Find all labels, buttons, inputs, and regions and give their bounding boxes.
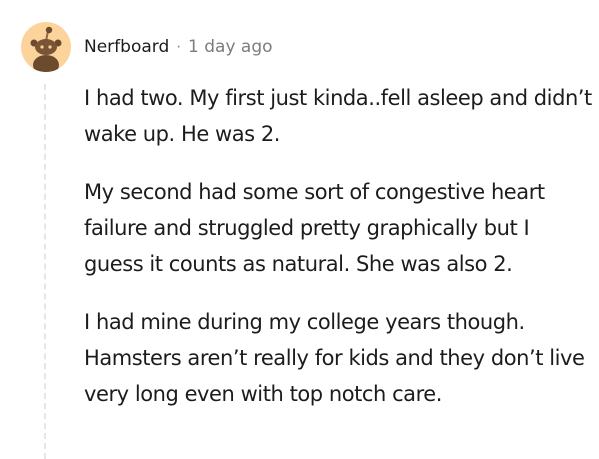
comment-timestamp[interactable]: 1 day ago — [188, 37, 273, 57]
comment-paragraph: I had two. My first just kinda..fell asl… — [84, 86, 592, 146]
comment: Nerfboard · 1 day ago I had two. My firs… — [0, 0, 599, 459]
avatar[interactable] — [21, 22, 71, 72]
comment-body: I had two. My first just kinda..fell asl… — [84, 80, 592, 412]
comment-paragraph: I had mine during my college years thoug… — [84, 310, 585, 406]
snoo-avatar-icon — [30, 26, 62, 72]
comment-meta: Nerfboard · 1 day ago — [84, 34, 273, 60]
comment-paragraph: My second had some sort of congestive he… — [84, 180, 545, 276]
thread-collapse-line[interactable] — [44, 84, 46, 459]
username-link[interactable]: Nerfboard — [84, 37, 169, 57]
meta-separator: · — [176, 38, 182, 56]
